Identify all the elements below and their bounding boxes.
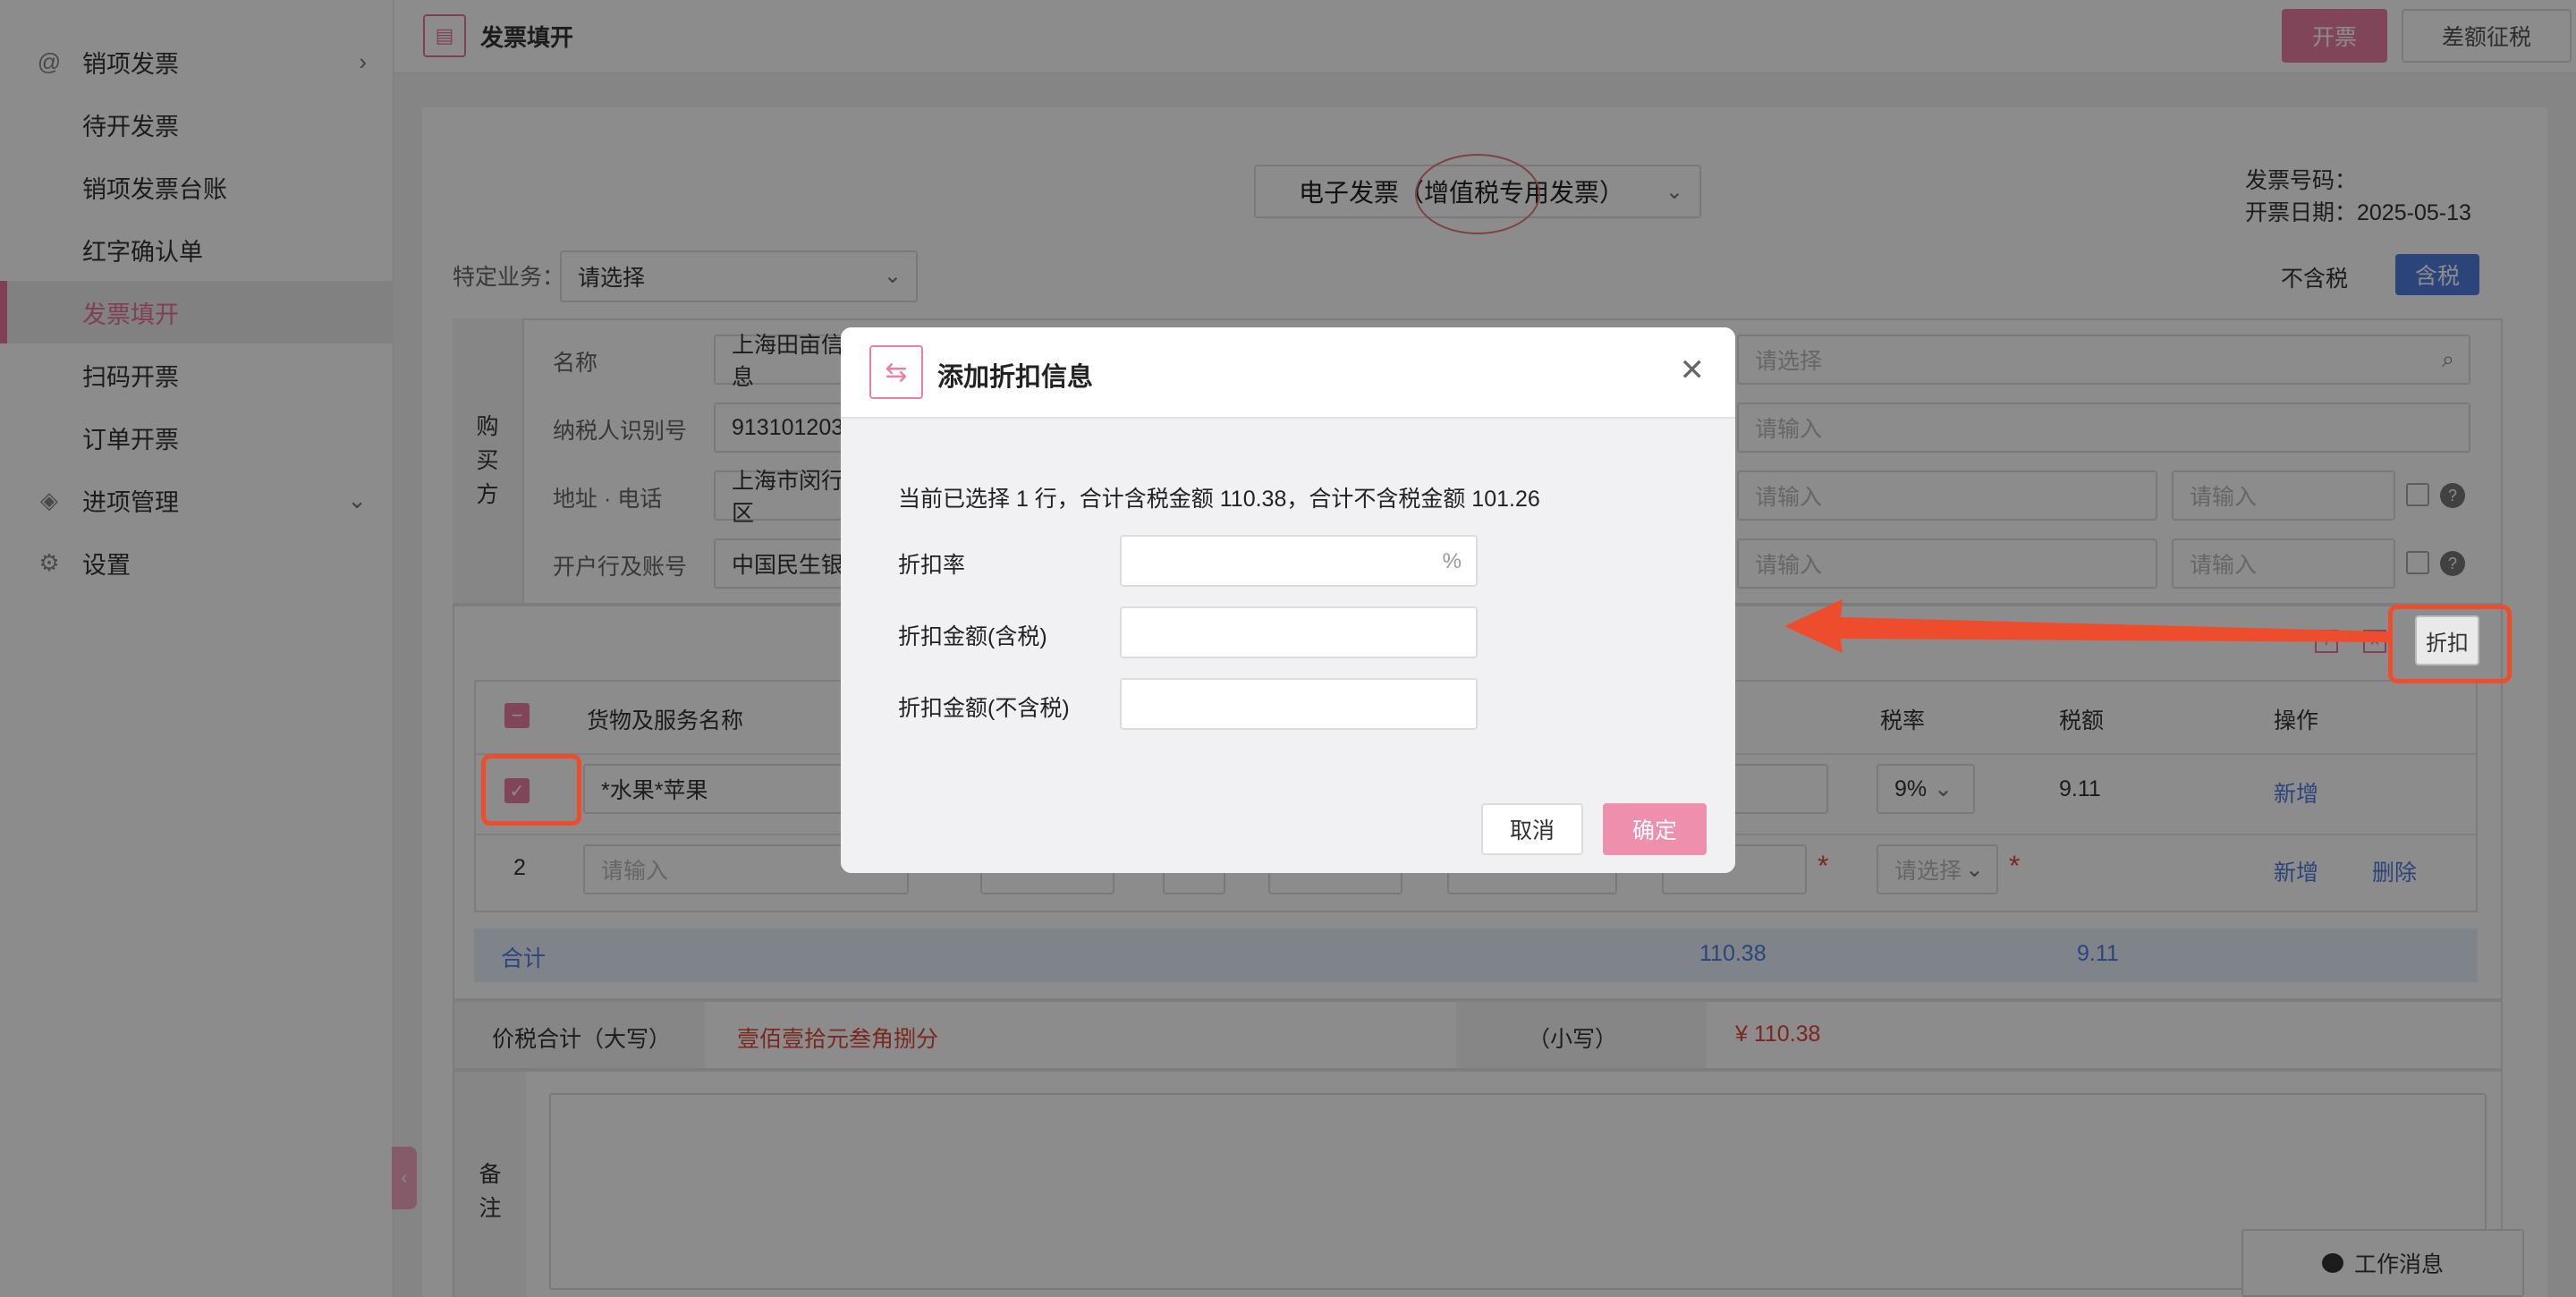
percent-unit: % (1442, 549, 1462, 573)
modal-title: 添加折扣信息 (937, 363, 1094, 392)
discount-button-highlight[interactable]: 折扣 (2415, 615, 2479, 665)
discount-rate-input[interactable]: % (1120, 535, 1478, 587)
swap-icon: ⇆ (869, 345, 923, 399)
discount-amount-excl-input[interactable] (1120, 678, 1478, 730)
discount-rate-label: 折扣率 (898, 553, 966, 578)
selection-info: 当前已选择 1 行，合计含税金额 110.38，合计不含税金额 101.26 (898, 487, 1540, 512)
cancel-button[interactable]: 取消 (1481, 803, 1583, 855)
confirm-button[interactable]: 确定 (1603, 803, 1707, 855)
discount-amount-excl-label: 折扣金额(不含税) (898, 696, 1070, 721)
discount-amount-incl-label: 折扣金额(含税) (898, 624, 1047, 649)
modal-body: 当前已选择 1 行，合计含税金额 110.38，合计不含税金额 101.26 折… (841, 419, 1735, 873)
modal-header: ⇆ 添加折扣信息 ✕ (841, 327, 1735, 419)
discount-modal: ⇆ 添加折扣信息 ✕ 当前已选择 1 行，合计含税金额 110.38，合计不含税… (841, 327, 1735, 873)
discount-amount-incl-input[interactable] (1120, 606, 1478, 658)
close-icon[interactable]: ✕ (1680, 352, 1706, 388)
